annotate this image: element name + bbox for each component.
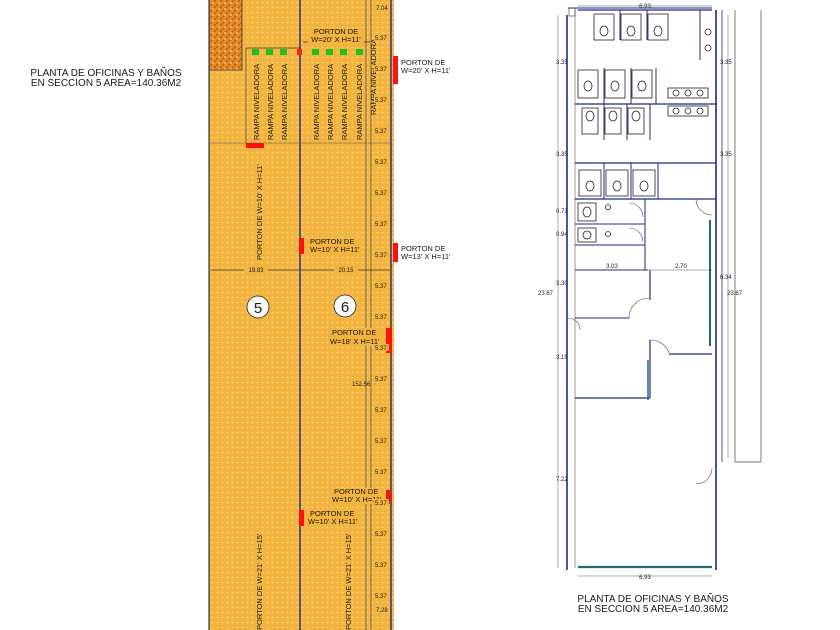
dim-small-edge: 5.37 [375,594,387,600]
caption-right-line2: EN SECCION 5 AREA=140.36M2 [578,604,729,615]
dim-small-edge: 5.37 [375,439,387,445]
dim-mid-a: 3.03 [606,264,618,270]
door-label-top-inner-l2: W=20' X H=11' [311,35,361,44]
door-label-vertical-bottom-left: PORTON DE W=21' X H=15' [255,533,264,630]
dim-small-edge: 5.37 [375,346,387,352]
ramp-label: RAMPA NIVELADORA [340,64,349,140]
floor-plan-drawing: RAMPA NIVELADORA RAMPA NIVELADORA RAMPA … [30,0,762,630]
dim-left-3: 0.94 [556,232,568,238]
dim-total-right: 23.67 [727,291,743,297]
dim-small-edge: 5.37 [375,253,387,259]
dim-bottom: 6.93 [639,575,651,581]
ramp-label: RAMPA NIVELADORA [355,64,364,140]
door-label-18-l1: PORTON DE [332,328,376,337]
dim-span-right: 20.15 [338,268,354,274]
caption-right: PLANTA DE OFICINAS Y BAÑOS EN SECCION 5 … [577,592,728,615]
ramp-label: RAMPA NIVELADORA [326,64,335,140]
dim-total-left: 23.67 [538,291,554,297]
dim-bottom: 7.28 [376,608,388,614]
ramp-label: RAMPA NIVELADORA [312,64,321,140]
section-5-number: 5 [254,300,262,317]
dim-right-1: 3.35 [720,152,732,158]
dim-right-2: 6.34 [720,275,732,281]
dim-top-edge: 7.04 [376,6,388,12]
dim-small-edge: 5.37 [375,563,387,569]
dim-span-left: 19.83 [248,268,264,274]
dim-left-1: 3.35 [556,152,568,158]
dim-long: 152.56 [352,382,371,388]
ramp-label: RAMPA NIVELADORA [252,64,261,140]
dim-left-5: 3.19 [556,355,568,361]
dim-small-edge: 5.37 [375,377,387,383]
dim-left-6: 7.22 [556,477,568,483]
dim-small-edge: 5.37 [375,67,387,73]
door-label-vertical-bottom-right: PORTON DE W=21' X H=15' [344,533,353,630]
dim-small-edge: 5.37 [375,191,387,197]
caption-left: PLANTA DE OFICINAS Y BAÑOS EN SECCION 5 … [30,66,181,89]
door-label-vertical-upper: PORTON DE W=10' X H=11' [255,164,264,260]
door-label-top-right-l2: W=20' X H=11' [401,66,451,75]
hatched-office-area [209,0,242,70]
dim-small-edge: 5.37 [375,408,387,414]
door-label-mid-right-l2: W=13' X H=11' [401,252,451,261]
dim-small-edge: 5.37 [375,470,387,476]
section-6-number: 6 [341,299,349,316]
dim-small-edge: 5.37 [375,36,387,42]
door-label-low-inner-l2: W=10' X H=11' [308,517,358,526]
warehouse-plan: RAMPA NIVELADORA RAMPA NIVELADORA RAMPA … [208,0,457,630]
ramp-label: RAMPA NIVELADORA [266,64,275,140]
caption-left-line2: EN SECCION 5 AREA=140.36M2 [31,78,182,89]
door-label-18-l2: W=18' X H=11' [330,337,380,346]
dim-small-edge: 5.37 [375,222,387,228]
dim-small-edge: 5.37 [375,501,387,507]
dim-small-edge: 5.37 [375,532,387,538]
dim-small-edge: 5.37 [375,160,387,166]
dim-left-4: 3.30 [556,281,568,287]
dim-right-0: 3.35 [720,60,732,66]
dim-left-2: 0.73 [556,209,568,215]
dim-small-edge: 5.37 [375,98,387,104]
dim-mid-b: 2.70 [675,264,687,270]
door-label-mid-inner-l2: W=10' X H=11' [310,245,360,254]
ramp-label: RAMPA NIVELADORA [280,64,289,140]
dim-top: 6.93 [639,4,651,10]
dim-left-0: 3.35 [556,60,568,66]
dim-small-edge: 5.37 [375,284,387,290]
dim-small-edge: 5.37 [375,315,387,321]
dim-small-edge: 5.37 [375,129,387,135]
office-bathroom-plan: 6.93 6.93 3.35 3.35 0.73 0.94 3.30 3.19 … [538,4,762,581]
